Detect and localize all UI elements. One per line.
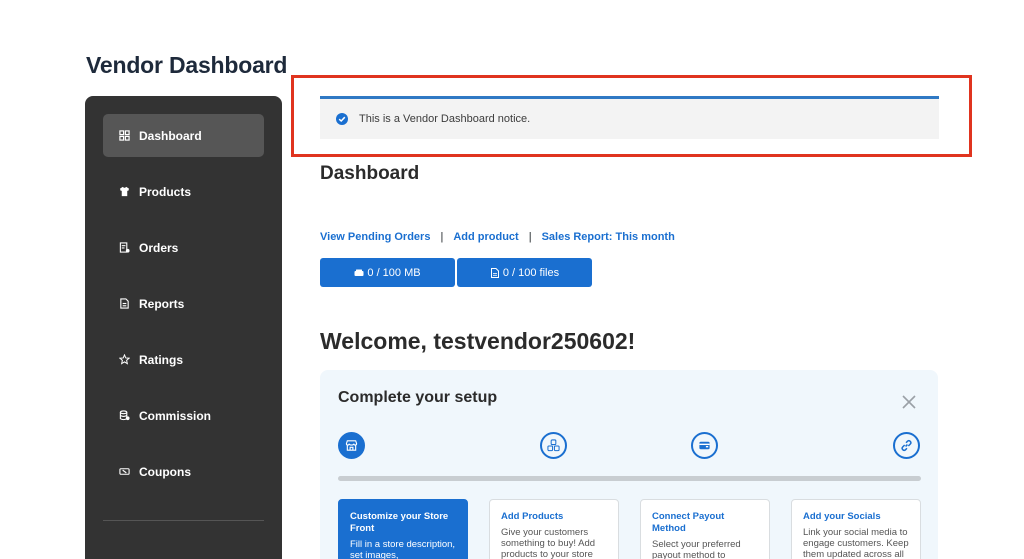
sidebar-item-commission[interactable]: Commission	[103, 394, 264, 437]
step-title: Add your Socials	[803, 511, 881, 522]
step-title: Add Products	[501, 511, 564, 522]
step-card-payout[interactable]: Connect Payout Method Select your prefer…	[640, 499, 770, 559]
commission-icon	[118, 410, 130, 422]
step-desc: Select your preferred payout method to	[652, 539, 741, 559]
sidebar-item-label: Commission	[139, 408, 212, 423]
dashboard-icon	[118, 130, 130, 142]
dashboard-heading: Dashboard	[320, 163, 420, 184]
vendor-notice: This is a Vendor Dashboard notice.	[320, 96, 939, 139]
storage-quota-button[interactable]: 0 / 100 MB	[320, 258, 455, 287]
store-icon[interactable]	[338, 432, 365, 459]
sales-report-link[interactable]: Sales Report: This month	[542, 231, 675, 243]
wallet-icon[interactable]	[691, 432, 718, 459]
setup-card: Complete your setup Customize your Store…	[320, 370, 938, 559]
sidebar-item-label: Orders	[139, 240, 179, 255]
welcome-heading: Welcome, testvendor250602!	[320, 328, 636, 354]
sidebar-item-label: Products	[139, 184, 192, 199]
link-icon[interactable]	[893, 432, 920, 459]
page-title: Vendor Dashboard	[86, 52, 288, 78]
view-pending-orders-link[interactable]: View Pending Orders	[320, 231, 430, 243]
star-icon	[118, 354, 130, 366]
files-quota-button[interactable]: 0 / 100 files	[457, 258, 592, 287]
sidebar-item-label: Ratings	[139, 352, 184, 367]
sidebar-item-products[interactable]: Products	[103, 170, 264, 213]
storage-quota-label: 0 / 100 MB	[367, 266, 421, 279]
orders-icon	[118, 242, 130, 254]
shirt-icon	[118, 186, 130, 198]
sidebar: Dashboard Products Orders Reports Rating…	[85, 96, 282, 559]
sidebar-item-reports[interactable]: Reports	[103, 282, 264, 325]
sidebar-item-label: Coupons	[139, 464, 191, 479]
sidebar-item-coupons[interactable]: Coupons	[103, 450, 264, 493]
boxes-icon[interactable]	[540, 432, 567, 459]
setup-progress-bar	[338, 476, 921, 481]
sidebar-item-dashboard[interactable]: Dashboard	[103, 114, 264, 157]
step-card-socials[interactable]: Add your Socials Link your social media …	[791, 499, 921, 559]
step-card-storefront[interactable]: Customize your Store Front Fill in a sto…	[338, 499, 468, 559]
notice-text: This is a Vendor Dashboard notice.	[359, 113, 531, 125]
step-desc: Link your social media to engage custome…	[803, 527, 909, 559]
coupon-icon	[118, 466, 130, 478]
drive-icon	[354, 269, 364, 276]
step-desc: Fill in a store description, set images,	[350, 539, 456, 559]
sidebar-item-ratings[interactable]: Ratings	[103, 338, 264, 381]
step-desc: Give your customers something to buy! Ad…	[501, 527, 596, 559]
sidebar-divider	[103, 520, 264, 521]
step-title: Customize your Store Front	[350, 511, 449, 534]
link-separator: |	[528, 231, 532, 243]
sidebar-item-orders[interactable]: Orders	[103, 226, 264, 269]
step-card-products[interactable]: Add Products Give your customers somethi…	[489, 499, 619, 559]
files-quota-label: 0 / 100 files	[502, 266, 560, 279]
sidebar-item-label: Dashboard	[139, 128, 202, 143]
close-icon[interactable]	[901, 394, 917, 410]
file-icon	[490, 267, 499, 278]
add-product-link[interactable]: Add product	[453, 231, 518, 243]
setup-title: Complete your setup	[338, 389, 498, 406]
link-separator: |	[440, 231, 444, 243]
quick-links: View Pending Orders | Add product | Sale…	[320, 231, 675, 243]
report-icon	[118, 298, 130, 310]
sidebar-item-label: Reports	[139, 296, 185, 311]
step-title: Connect Payout Method	[652, 511, 725, 534]
check-circle-icon	[336, 113, 348, 125]
